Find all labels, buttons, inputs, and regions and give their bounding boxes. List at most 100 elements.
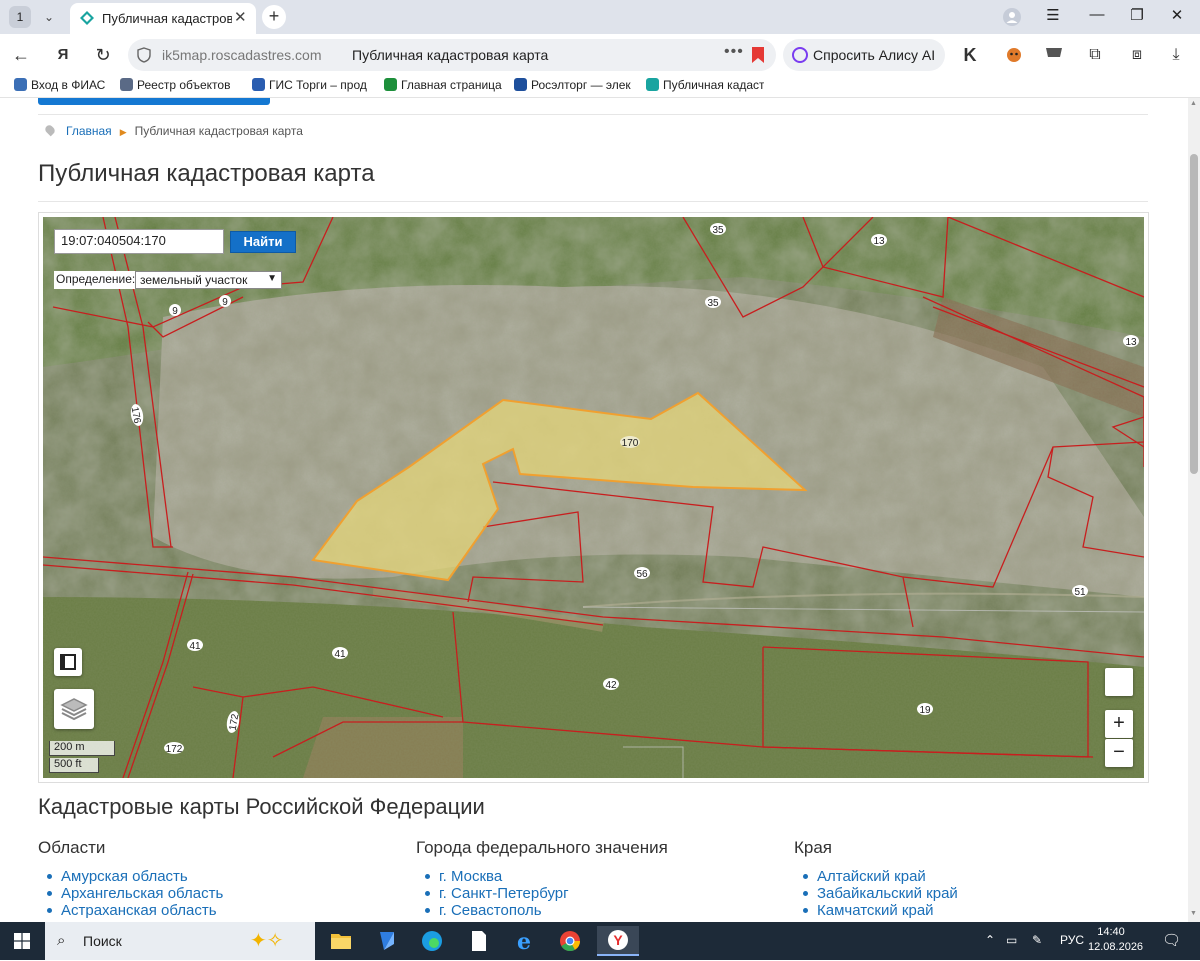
profile-avatar-icon[interactable] [1003, 8, 1021, 26]
region-link[interactable]: Архангельская область [38, 885, 408, 902]
definition-value: земельный участок [140, 273, 248, 287]
cadastral-number-input[interactable]: 19:07:040504:170 [54, 229, 224, 254]
find-button[interactable]: Найти [230, 231, 296, 253]
bookmarks-bar: Вход в ФИАС Реестр объектов ГИС Торги – … [0, 76, 1200, 98]
bookmark-label: Главная страница [401, 78, 502, 92]
map-blank-button[interactable] [1105, 668, 1133, 696]
collections-icon[interactable]: ⧈ [1127, 45, 1147, 65]
svg-text:19: 19 [919, 705, 931, 716]
page-scrollbar[interactable]: ▲ ▼ [1188, 98, 1200, 922]
city-link[interactable]: г. Севастополь [416, 902, 786, 919]
close-window-icon[interactable]: ✕ [1164, 6, 1190, 24]
yandex-logo-icon[interactable]: Я [50, 43, 76, 67]
breadcrumb: Главная ▶ Публичная кадастровая карта [43, 123, 303, 138]
ask-alice-button[interactable]: Спросить Алису AI [783, 39, 945, 71]
tab-counter[interactable]: 1 [9, 6, 31, 28]
taskbar-clock[interactable]: 14:40 12.08.2026 [1088, 925, 1144, 955]
layers-button[interactable] [54, 689, 94, 729]
krai-column: Края Алтайский край Забайкальский край К… [794, 838, 1164, 919]
scroll-down-icon[interactable]: ▼ [1190, 910, 1197, 917]
edge-browser-icon[interactable] [415, 926, 449, 956]
definition-select[interactable]: земельный участок ▼ [135, 271, 282, 289]
taskbar-search[interactable]: ⌕ Поиск ✦✧ [45, 922, 315, 960]
cat-extension-icon[interactable] [1004, 45, 1024, 65]
reload-icon[interactable]: ↻ [90, 43, 116, 67]
registry-icon [120, 78, 133, 91]
tray-chevron-icon[interactable]: ⌃ [985, 933, 995, 947]
bookmark-item[interactable]: Публичная кадаст [646, 78, 764, 96]
svg-text:172: 172 [166, 744, 183, 755]
svg-text:13: 13 [873, 236, 885, 247]
bookmark-item[interactable]: Вход в ФИАС [14, 78, 114, 96]
file-explorer-icon[interactable] [324, 926, 358, 956]
scroll-thumb[interactable] [1190, 154, 1198, 474]
search-icon: ⌕ [57, 932, 66, 949]
svg-text:41: 41 [189, 641, 201, 652]
cadastral-map[interactable]: 35 13 9 9 35 13 176 170 56 51 41 41 42 1… [43, 217, 1144, 778]
active-tab[interactable]: Публичная кадастров ✕ [70, 3, 256, 34]
svg-text:41: 41 [334, 649, 346, 660]
layers-icon [60, 698, 88, 721]
svg-text:42: 42 [605, 680, 617, 691]
more-dots-icon[interactable]: ••• [724, 43, 744, 61]
city-link[interactable]: г. Москва [416, 868, 786, 885]
document-icon[interactable] [461, 926, 495, 956]
tab-close-icon[interactable]: ✕ [234, 8, 247, 26]
internet-explorer-icon[interactable]: e [507, 926, 541, 956]
copilot-sparkle-icon: ✦✧ [250, 930, 284, 952]
alice-ring-icon [792, 47, 808, 63]
bookmark-label: Росэлторг — элек [531, 78, 631, 92]
svg-text:9: 9 [172, 306, 178, 317]
chrome-icon[interactable] [553, 926, 587, 956]
clock-date: 12.08.2026 [1088, 941, 1144, 953]
fias-icon [14, 78, 27, 91]
cadastre-favicon-icon [80, 11, 94, 25]
krai-link[interactable]: Забайкальский край [794, 885, 1164, 902]
app-arrow-icon[interactable] [370, 926, 404, 956]
city-link[interactable]: г. Санкт-Петербург [416, 885, 786, 902]
minimize-icon[interactable]: — [1084, 6, 1110, 23]
browser-menu-icon[interactable]: ☰ [1040, 6, 1066, 24]
language-indicator[interactable]: РУС [1060, 933, 1084, 947]
ask-alice-label: Спросить Алису AI [813, 47, 936, 63]
url-field[interactable]: ik5map.roscadastres.com Публичная кадаст… [128, 39, 776, 71]
zoom-out-button[interactable]: − [1105, 739, 1133, 767]
zoom-in-button[interactable]: + [1105, 710, 1133, 738]
location-pin-icon [43, 123, 57, 137]
shade-extension-icon[interactable] [1044, 45, 1064, 65]
bookmark-item[interactable]: ГИС Торги – прод [252, 78, 370, 96]
network-icon[interactable]: ▭ [1006, 933, 1017, 947]
windows-start-icon[interactable] [14, 933, 30, 949]
definition-label: Определение: [56, 272, 136, 286]
krai-link[interactable]: Камчатский край [794, 902, 1164, 919]
bookmark-label: Вход в ФИАС [31, 78, 106, 92]
notifications-icon[interactable]: 🗨 [1162, 931, 1181, 949]
bookmark-item[interactable]: Реестр объектов [120, 78, 236, 96]
tab-list-chevron-icon[interactable]: ⌄ [38, 7, 60, 27]
header-button-partial[interactable] [38, 98, 270, 105]
scale-imperial: 500 ft [49, 758, 99, 773]
downloads-icon[interactable]: ⤓ [1166, 45, 1186, 65]
svg-text:Y: Y [613, 932, 623, 948]
fullscreen-button[interactable] [54, 648, 82, 676]
breadcrumb-home-link[interactable]: Главная [66, 124, 112, 138]
krai-link[interactable]: Алтайский край [794, 868, 1164, 885]
svg-text:51: 51 [1074, 587, 1086, 598]
yandex-browser-icon[interactable]: Y [597, 926, 639, 956]
bookmark-flag-icon[interactable] [752, 47, 764, 63]
restore-icon[interactable]: ❐ [1124, 6, 1150, 24]
parcel-label: 170 [620, 436, 640, 449]
extensions-puzzle-icon[interactable]: ⧉ [1085, 45, 1105, 65]
site-security-shield-icon[interactable] [137, 47, 151, 63]
kinopoisk-extension-icon[interactable]: K [960, 45, 980, 65]
back-arrow-icon[interactable]: ← [8, 43, 34, 67]
region-link[interactable]: Амурская область [38, 868, 408, 885]
region-link[interactable]: Астраханская область [38, 902, 408, 919]
windows-taskbar: ⌕ Поиск ✦✧ e Y ⌃ ▭ ✎ РУС 14:40 12.08.202… [0, 922, 1200, 960]
bookmark-item[interactable]: Росэлторг — элек [514, 78, 632, 96]
regions-column: Области Амурская область Архангельская о… [38, 838, 408, 919]
bookmark-item[interactable]: Главная страница [384, 78, 502, 96]
new-tab-button[interactable]: + [262, 5, 286, 29]
pen-icon[interactable]: ✎ [1032, 933, 1042, 947]
scroll-up-icon[interactable]: ▲ [1190, 100, 1197, 107]
